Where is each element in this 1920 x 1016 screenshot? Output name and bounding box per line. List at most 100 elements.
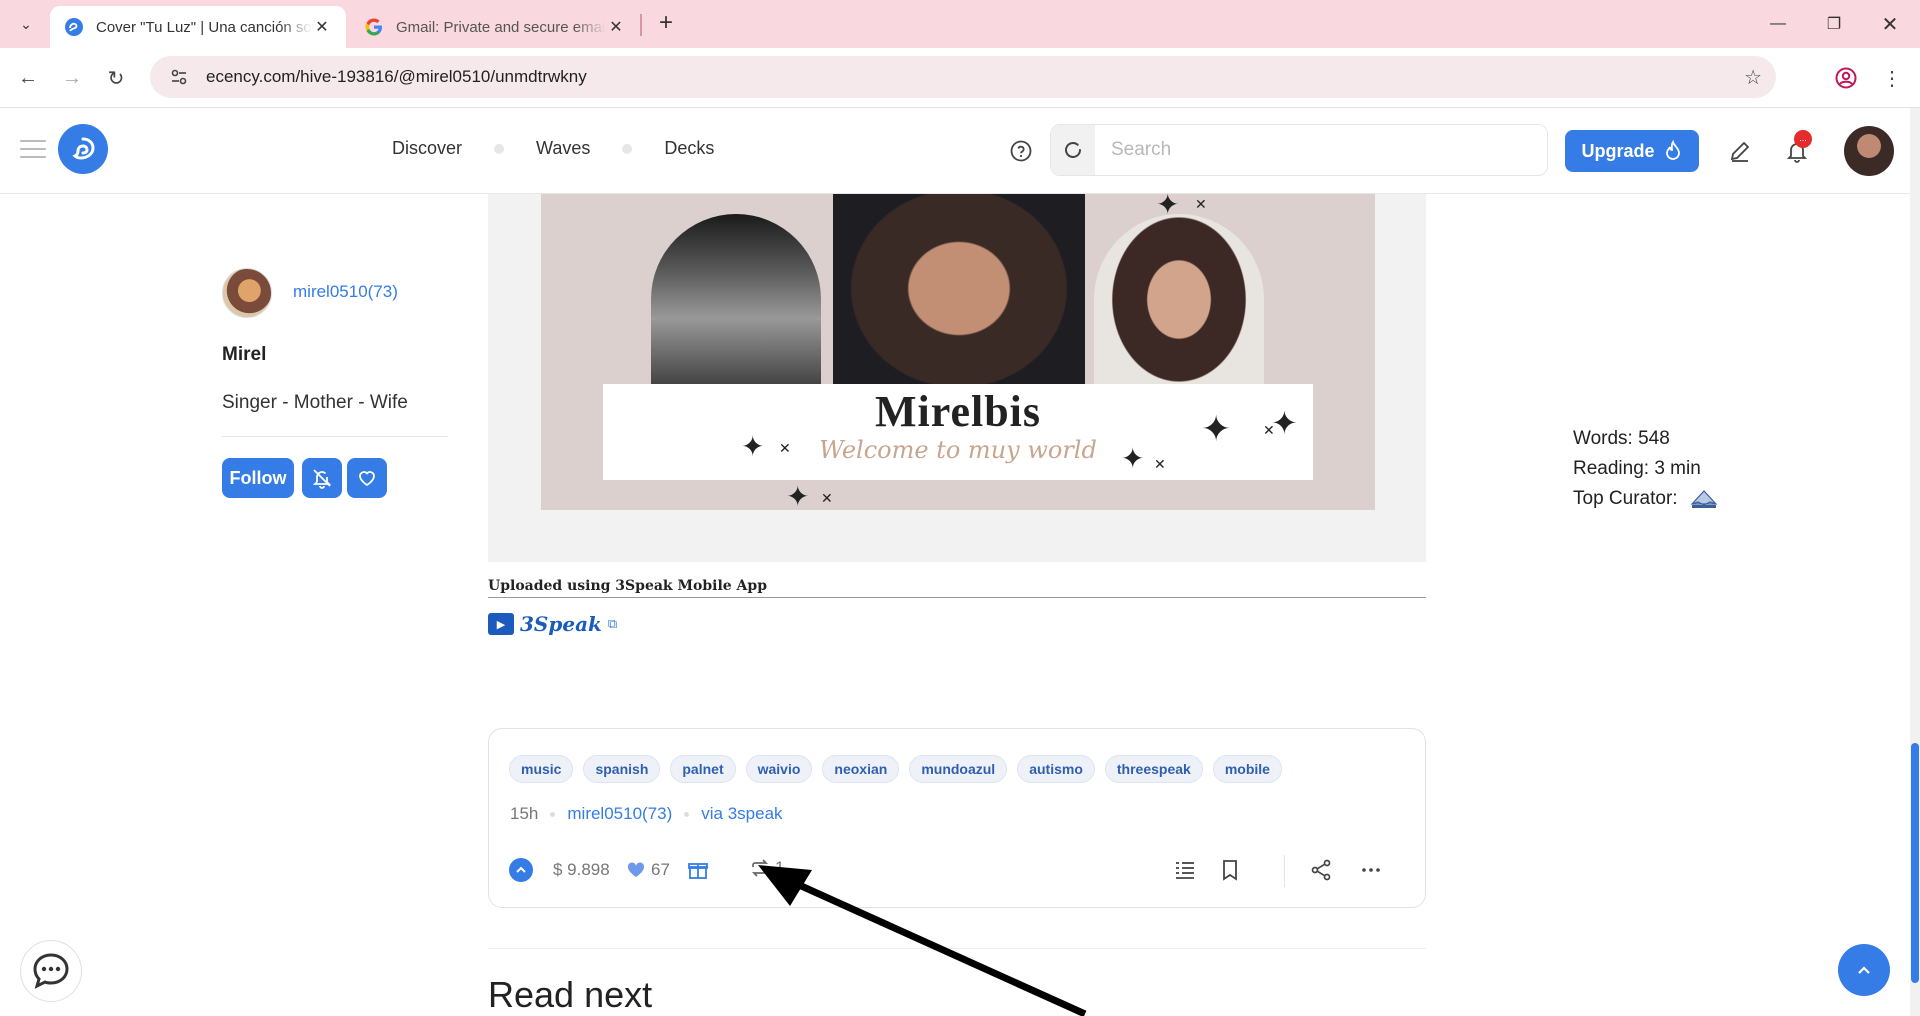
- divider: [488, 948, 1426, 949]
- sparkle-icon: ✕: [1195, 196, 1207, 212]
- tag-music[interactable]: music: [509, 755, 574, 783]
- sparkle-icon: ✦: [1156, 194, 1180, 220]
- main-nav: Discover Waves Decks: [392, 138, 714, 159]
- app-header: Discover Waves Decks Upgrade ...: [0, 108, 1910, 194]
- tag-spanish[interactable]: spanish: [583, 755, 661, 783]
- bookmark-icon[interactable]: [1218, 858, 1242, 882]
- post-footer-card: music spanish palnet waivio neoxian mund…: [488, 728, 1426, 908]
- reading-time: Reading: 3 min: [1573, 458, 1701, 479]
- tag-autismo[interactable]: autismo: [1017, 755, 1095, 783]
- help-icon[interactable]: [1010, 140, 1032, 162]
- reblog-count: 1: [775, 858, 785, 877]
- window-close-icon[interactable]: ✕: [1862, 0, 1918, 48]
- tab-search-dropdown[interactable]: ⌄: [12, 10, 40, 38]
- upvote-button[interactable]: [509, 858, 533, 882]
- tab-gmail[interactable]: Gmail: Private and secure email ✕: [350, 6, 640, 48]
- 3speak-link-text[interactable]: 3Speak: [520, 612, 602, 636]
- tag-mundoazul[interactable]: mundoazul: [909, 755, 1008, 783]
- payout-value[interactable]: $ 9.898: [553, 860, 610, 880]
- tag-palnet[interactable]: palnet: [670, 755, 736, 783]
- close-tab-icon[interactable]: ✕: [606, 17, 626, 37]
- new-tab-button[interactable]: +: [652, 10, 680, 38]
- 3speak-link[interactable]: ▶ 3Speak ⧉: [488, 612, 617, 636]
- author-handle[interactable]: mirel0510(73): [293, 282, 398, 302]
- ecency-favicon-icon: [65, 18, 83, 36]
- follow-button[interactable]: Follow: [222, 458, 294, 498]
- nav-decks[interactable]: Decks: [664, 138, 714, 159]
- chat-button[interactable]: [20, 940, 82, 1002]
- search-input[interactable]: [1095, 125, 1547, 175]
- gift-icon[interactable]: [686, 858, 710, 882]
- tag-threespeak[interactable]: threespeak: [1104, 755, 1203, 783]
- sparkle-icon: ✕: [1154, 456, 1166, 472]
- chat-bubble-icon: [33, 953, 69, 989]
- tag-mobile[interactable]: mobile: [1212, 755, 1282, 783]
- upgrade-button[interactable]: Upgrade: [1565, 130, 1699, 172]
- words-count: Words: 548: [1573, 428, 1670, 449]
- votes-count[interactable]: 67: [627, 860, 670, 880]
- tag-list: music spanish palnet waivio neoxian mund…: [509, 755, 1282, 783]
- reblog-button[interactable]: 1: [750, 858, 784, 878]
- post-stats: Words: 548 Reading: 3 min Top Curator:: [1573, 424, 1718, 514]
- back-icon[interactable]: ←: [12, 62, 44, 94]
- sparkle-icon: ✕: [779, 440, 791, 456]
- table-of-contents-icon[interactable]: [1173, 858, 1197, 882]
- site-settings-icon[interactable]: [164, 68, 194, 86]
- tag-neoxian[interactable]: neoxian: [822, 755, 900, 783]
- video-player[interactable]: Mirelbis Welcome to muy world ✦ ✕ ✦ ✕ ✦ …: [488, 194, 1426, 562]
- favorite-button[interactable]: [347, 458, 387, 498]
- page-scrollbar[interactable]: [1910, 108, 1920, 1016]
- more-options-icon[interactable]: [1359, 858, 1383, 882]
- nav-dot: [494, 143, 505, 154]
- reload-icon[interactable]: ↻: [100, 62, 132, 94]
- browser-menu-icon[interactable]: ⋮: [1876, 62, 1908, 94]
- mute-button[interactable]: [302, 458, 342, 498]
- nav-waves[interactable]: Waves: [536, 138, 590, 159]
- url-text[interactable]: ecency.com/hive-193816/@mirel0510/unmdtr…: [206, 67, 587, 87]
- ecency-logo-icon: [72, 137, 95, 160]
- omnibox[interactable]: ecency.com/hive-193816/@mirel0510/unmdtr…: [150, 56, 1776, 98]
- close-tab-icon[interactable]: ✕: [312, 17, 332, 37]
- sparkle-icon: ✦: [1271, 405, 1298, 441]
- post-app-link[interactable]: via 3speak: [701, 804, 782, 824]
- author-bio: Singer - Mother - Wife: [222, 392, 408, 413]
- portrait-left: [651, 214, 821, 404]
- tab-title: Cover "Tu Luz" | Una canción so: [96, 18, 312, 36]
- flame-icon: [1665, 140, 1680, 160]
- top-curator-label: Top Curator:: [1573, 488, 1678, 509]
- upgrade-label: Upgrade: [1581, 140, 1655, 161]
- forward-icon[interactable]: →: [56, 62, 88, 94]
- restore-icon[interactable]: ❐: [1806, 0, 1862, 48]
- user-avatar[interactable]: [1844, 126, 1894, 176]
- reblog-icon: [751, 859, 769, 877]
- post-author-link[interactable]: mirel0510(73): [567, 804, 672, 824]
- tab-active[interactable]: Cover "Tu Luz" | Una canción so ✕: [50, 6, 346, 48]
- tag-waivio[interactable]: waivio: [745, 755, 813, 783]
- divider: [1284, 855, 1285, 887]
- search-box: [1050, 124, 1548, 176]
- curator-badge-icon[interactable]: [1690, 488, 1718, 510]
- notification-badge: ...: [1794, 130, 1812, 148]
- nav-dot: [622, 143, 633, 154]
- browser-tab-bar: ⌄ Cover "Tu Luz" | Una canción so ✕ Gmai…: [0, 0, 1920, 48]
- nav-discover[interactable]: Discover: [392, 138, 462, 159]
- hamburger-menu-icon[interactable]: [20, 140, 46, 160]
- chevron-up-icon: [516, 866, 526, 873]
- tab-title: Gmail: Private and secure email: [396, 18, 606, 36]
- post-meta: 15h mirel0510(73) via 3speak: [510, 804, 783, 824]
- profile-icon[interactable]: [1830, 62, 1862, 94]
- divider: [222, 436, 448, 437]
- minimize-icon[interactable]: —: [1750, 0, 1806, 48]
- divider: [488, 597, 1426, 598]
- edit-pencil-icon[interactable]: [1727, 138, 1753, 164]
- video-thumbnail: Mirelbis Welcome to muy world ✦ ✕ ✦ ✕ ✦ …: [541, 194, 1375, 510]
- ecency-logo[interactable]: [58, 124, 108, 174]
- share-icon[interactable]: [1309, 858, 1333, 882]
- scrollbar-thumb[interactable]: [1911, 743, 1919, 983]
- heart-icon: [359, 471, 375, 487]
- author-avatar[interactable]: [222, 268, 272, 318]
- bookmark-star-icon[interactable]: ☆: [1744, 65, 1762, 90]
- portrait-center: [833, 194, 1085, 404]
- scroll-to-top-button[interactable]: [1838, 944, 1890, 996]
- bell-off-icon: [312, 469, 332, 489]
